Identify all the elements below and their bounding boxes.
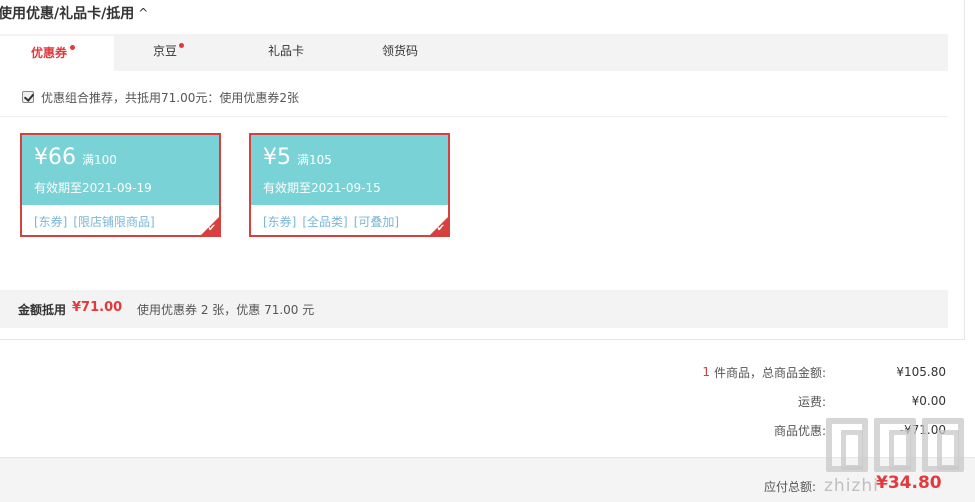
coupon-expiry: 有效期至2021-09-15: [263, 181, 381, 195]
section-title[interactable]: 使用优惠/礼品卡/抵用 ^: [0, 3, 148, 23]
coupon-tag: [东券]: [263, 215, 297, 229]
tab-label: 领货码: [382, 44, 419, 58]
coupon-tag: [东券]: [34, 215, 68, 229]
coupon-card[interactable]: ¥66 满100 有效期至2021-09-19 [东券] [限店铺限商品] ✔: [20, 133, 221, 237]
shipping-label: 运费:: [797, 394, 826, 409]
panel-border: [0, 339, 965, 340]
coupon-tag: [限店铺限商品]: [73, 215, 155, 229]
tab-pickup-code[interactable]: 领货码: [382, 34, 432, 71]
panel-border: [964, 0, 965, 340]
tab-label: 优惠券: [31, 46, 68, 60]
pay-total-value: ¥34.80: [876, 473, 942, 493]
tab-coupons[interactable]: 优惠券: [0, 34, 114, 71]
discount-summary: 金额抵用 ¥71.00 使用优惠券 2 张，优惠 71.00 元: [0, 290, 948, 328]
summary-label: 金额抵用: [18, 303, 67, 317]
item-count: 1: [702, 365, 710, 379]
coupon-tag: [可叠加]: [353, 215, 400, 229]
coupon-header: ¥5 满105 有效期至2021-09-15: [251, 135, 448, 205]
discount-row: 商品优惠: -¥71.00: [774, 421, 946, 439]
summary-description: 使用优惠券 2 张，优惠 71.00 元: [137, 303, 315, 317]
items-total-label: 件商品，总商品金额:: [713, 365, 826, 380]
coupon-tags: [东券] [全品类] [可叠加]: [263, 213, 405, 230]
coupon-value: ¥66: [34, 145, 76, 170]
tab-label: 礼品卡: [268, 44, 305, 58]
coupon-condition: 满105: [297, 153, 332, 167]
coupon-tags: [东券] [限店铺限商品]: [34, 213, 161, 230]
tab-jingdou[interactable]: 京豆: [153, 34, 193, 71]
discount-label: 商品优惠:: [773, 423, 826, 438]
recommend-checkbox[interactable]: [22, 91, 34, 103]
coupon-card[interactable]: ¥5 满105 有效期至2021-09-15 [东券] [全品类] [可叠加] ✔: [249, 133, 450, 237]
coupon-amount: ¥66 满100: [34, 145, 117, 170]
recommend-combo[interactable]: 优惠组合推荐，共抵用71.00元：使用优惠券2张: [22, 88, 299, 106]
summary-amount: ¥71.00: [72, 300, 123, 315]
coupon-tag: [全品类]: [302, 215, 348, 229]
divider: [0, 116, 948, 117]
coupon-amount: ¥5 满105: [263, 145, 332, 170]
notification-dot: [70, 45, 75, 50]
notification-dot: [179, 43, 184, 48]
discount-value: -¥71.00: [899, 423, 946, 437]
coupon-header: ¥66 满100 有效期至2021-09-19: [22, 135, 219, 205]
coupon-value: ¥5: [263, 145, 291, 170]
check-icon: ✔: [436, 223, 445, 234]
coupon-tabbar: 优惠券 京豆 礼品卡 领货码: [0, 34, 948, 71]
pay-total-label: 应付总额:: [764, 480, 817, 494]
pay-bar: 应付总额: ¥34.80: [0, 457, 975, 502]
items-total-row: 1 件商品，总商品金额: ¥105.80: [702, 363, 946, 381]
shipping-value: ¥0.00: [911, 394, 946, 408]
chevron-up-icon[interactable]: ^: [138, 6, 148, 20]
shipping-row: 运费: ¥0.00: [798, 392, 946, 410]
tab-label: 京豆: [153, 44, 178, 58]
recommend-text: 优惠组合推荐，共抵用71.00元：使用优惠券2张: [41, 90, 299, 105]
items-total-value: ¥105.80: [896, 365, 946, 379]
coupon-expiry: 有效期至2021-09-19: [34, 181, 152, 195]
section-title-text: 使用优惠/礼品卡/抵用: [0, 6, 135, 22]
coupon-condition: 满100: [82, 153, 117, 167]
tab-giftcard[interactable]: 礼品卡: [268, 34, 318, 71]
check-icon: ✔: [207, 223, 216, 234]
